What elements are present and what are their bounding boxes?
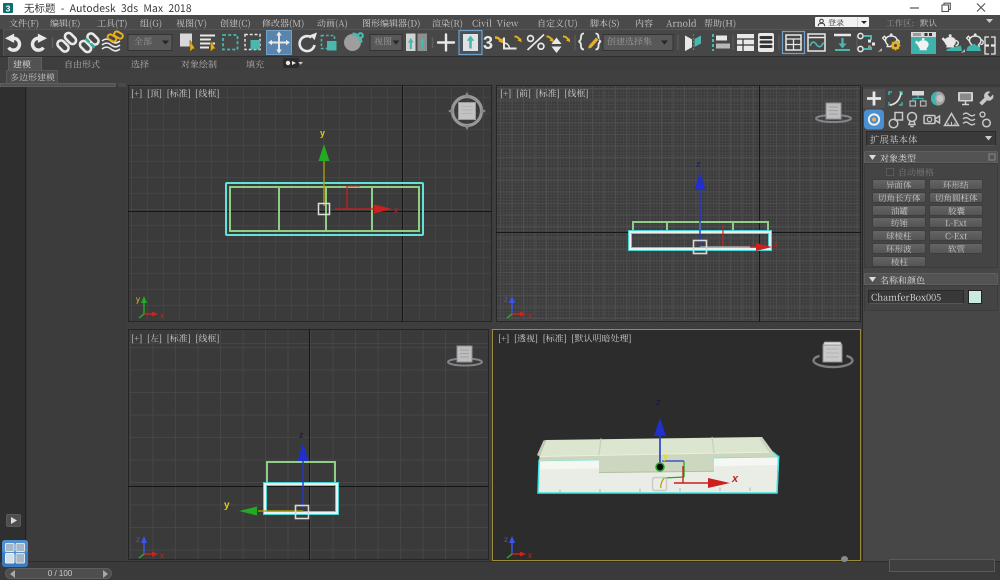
svg-text:y: y <box>136 295 140 304</box>
svg-text:y: y <box>320 128 325 138</box>
svg-text:x: x <box>731 473 739 485</box>
svg-text:z: z <box>696 159 701 169</box>
svg-text:x: x <box>160 311 164 320</box>
svg-text:3: 3 <box>483 33 493 53</box>
svg-text:y: y <box>224 500 230 511</box>
svg-text:x: x <box>528 551 532 560</box>
svg-text:z: z <box>504 295 508 304</box>
svg-text:z: z <box>656 397 661 407</box>
svg-text:z: z <box>299 430 304 440</box>
svg-text:x: x <box>393 205 399 215</box>
svg-text:y: y <box>663 451 668 461</box>
svg-text:z: z <box>136 535 140 544</box>
svg-text:z: z <box>504 535 508 544</box>
svg-text:x: x <box>528 311 532 320</box>
svg-text:x: x <box>160 551 164 560</box>
svg-text:x: x <box>773 239 779 249</box>
svg-text:3: 3 <box>6 4 11 14</box>
